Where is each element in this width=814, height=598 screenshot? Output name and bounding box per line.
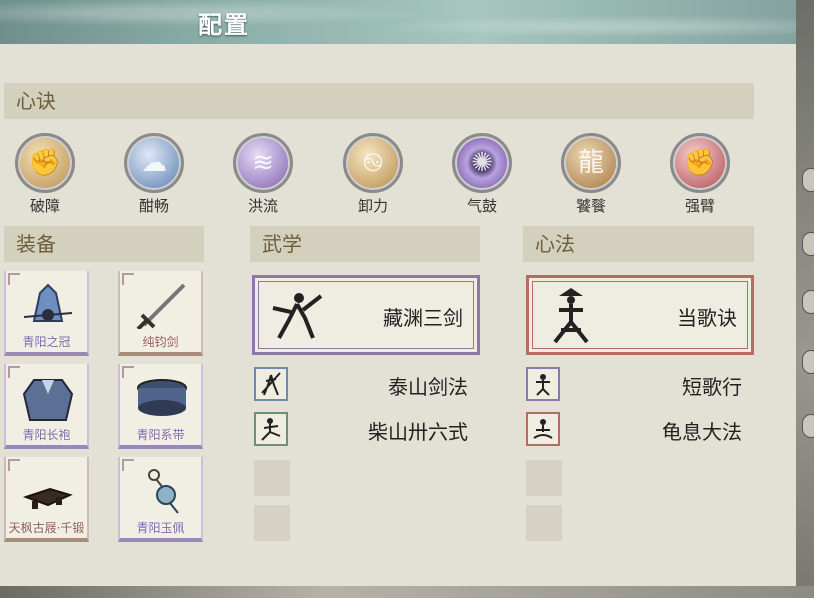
equip-slot-clogs[interactable]: 天枫古屐·千锻	[4, 457, 89, 542]
equipment-header: 装备	[4, 226, 204, 262]
bg-nub	[802, 168, 814, 192]
wuxue-item-name: 泰山剑法	[388, 375, 468, 399]
kick-stance-icon	[254, 412, 288, 446]
wuxue-main-name: 藏渊三剑	[383, 306, 463, 330]
xinfa-empty-slot[interactable]	[526, 460, 562, 496]
xinjue-header: 心诀	[4, 83, 754, 119]
sword-icon	[136, 283, 186, 329]
xinjue-skill-qiangbi[interactable]: ✊ 强臂	[667, 133, 733, 216]
equip-name: 青阳玉佩	[136, 521, 185, 535]
skill-label: 破障	[29, 197, 60, 215]
wuxue-item-taishan[interactable]: 泰山剑法	[254, 367, 480, 403]
xinfa-item-duange[interactable]: 短歌行	[526, 367, 754, 403]
wuxue-header: 武学	[250, 226, 480, 262]
clogs-icon	[22, 487, 73, 509]
corner-ornament	[122, 459, 134, 471]
equip-slot-sword[interactable]: 纯钧剑	[118, 271, 203, 356]
xinfa-empty-slot[interactable]	[526, 505, 562, 541]
xinjue-skill-pozhang[interactable]: ✊ 破障	[12, 133, 78, 216]
xinfa-item-name: 龟息大法	[662, 420, 742, 444]
jade-pendant-icon	[148, 469, 179, 514]
wave-flow-icon: ≋	[233, 133, 293, 193]
wuxue-main-slot[interactable]: 藏渊三剑	[252, 275, 480, 355]
skill-label: 强臂	[684, 197, 715, 215]
equip-name: 青阳之冠	[22, 335, 71, 349]
xinfa-item-name: 短歌行	[682, 375, 742, 399]
background-right	[796, 0, 814, 598]
bg-nub	[802, 350, 814, 374]
corner-ornament	[122, 273, 134, 285]
dance-figure-icon	[526, 367, 560, 401]
equip-slot-belt[interactable]: 青阳系带	[118, 364, 203, 449]
skill-label: 酣畅	[138, 197, 169, 215]
skill-label: 气鼓	[466, 197, 497, 215]
equip-slot-crown[interactable]: 青阳之冠	[4, 271, 89, 356]
skill-label: 卸力	[357, 197, 388, 215]
equip-name: 青阳长袍	[22, 428, 71, 442]
equip-slot-pendant[interactable]: 青阳玉佩	[118, 457, 203, 542]
xinfa-main-name: 当歌诀	[677, 306, 737, 330]
bg-nub	[802, 232, 814, 256]
config-panel: 配置 心诀 ✊ 破障 ☁ 酣畅 ≋ 洪流 ࿊ 卸力 ✺ 气鼓 龍 饕餮 ✊ 强臂…	[0, 0, 796, 586]
cloud-swirl-icon: ☁	[124, 133, 184, 193]
title-bar: 配置	[0, 0, 796, 44]
crown-icon	[23, 283, 73, 322]
corner-ornament	[122, 366, 134, 378]
bg-nub	[802, 290, 814, 314]
xinjue-skill-qigu[interactable]: ✺ 气鼓	[449, 133, 515, 216]
xinfa-item-guixi[interactable]: 龟息大法	[526, 412, 754, 448]
corner-ornament	[8, 273, 20, 285]
robe-icon	[22, 379, 74, 421]
xinjue-skill-taotie[interactable]: 龍 饕餮	[558, 133, 624, 216]
swordsman-icon	[254, 367, 288, 401]
skill-label: 洪流	[247, 197, 278, 215]
title-decoration	[0, 0, 796, 44]
skill-label: 饕餮	[575, 197, 606, 215]
meditation-figure-icon	[526, 412, 560, 446]
swirl-deflect-icon: ࿊	[343, 133, 403, 193]
bg-nub	[802, 414, 814, 438]
corner-ornament	[8, 366, 20, 378]
window-title: 配置	[198, 11, 250, 39]
vortex-icon: ✺	[452, 133, 512, 193]
raised-fist-icon: ✊	[670, 133, 730, 193]
corner-ornament	[8, 459, 20, 471]
xinjue-skill-hanchang[interactable]: ☁ 酣畅	[121, 133, 187, 216]
wuxue-empty-slot[interactable]	[254, 505, 290, 541]
equip-name: 纯钧剑	[142, 335, 179, 349]
sword-stance-icon	[272, 293, 323, 339]
wuxue-item-name: 柴山卅六式	[368, 420, 468, 444]
beast-icon: 龍	[561, 133, 621, 193]
straw-hat-stance-icon	[553, 288, 589, 344]
wuxue-empty-slot[interactable]	[254, 460, 290, 496]
belt-icon	[137, 379, 187, 416]
equip-name: 青阳系带	[136, 428, 185, 442]
xinfa-header: 心法	[523, 226, 754, 262]
xinjue-skill-xieli[interactable]: ࿊ 卸力	[340, 133, 406, 216]
equip-name: 天枫古屐·千锻	[8, 521, 85, 535]
xinfa-main-slot[interactable]: 当歌诀	[526, 275, 754, 355]
xinjue-skill-hongliu[interactable]: ≋ 洪流	[230, 133, 296, 216]
equip-slot-robe[interactable]: 青阳长袍	[4, 364, 89, 449]
wuxue-item-chaishan[interactable]: 柴山卅六式	[254, 412, 480, 448]
background-bottom	[0, 586, 814, 598]
fist-burst-icon: ✊	[15, 133, 75, 193]
